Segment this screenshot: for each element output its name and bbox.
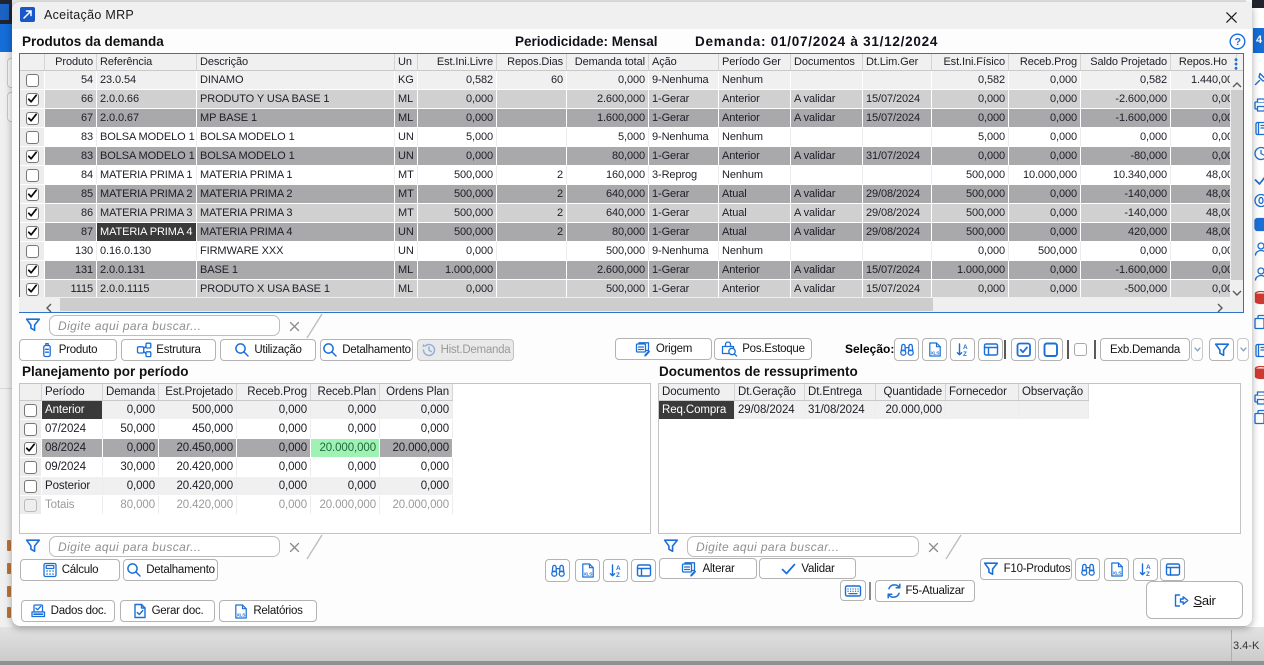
- svg-text:XLS: XLS: [583, 571, 593, 577]
- svg-text:?: ?: [1235, 36, 1241, 48]
- svg-text:Z: Z: [1146, 571, 1150, 577]
- svg-text:A: A: [616, 565, 621, 572]
- svg-text:XLS: XLS: [237, 612, 247, 618]
- svg-text:XLS: XLS: [930, 350, 940, 356]
- svg-text:A: A: [963, 344, 968, 351]
- svg-text:XLS: XLS: [1112, 570, 1122, 576]
- svg-text:Z: Z: [963, 351, 967, 357]
- svg-text:A: A: [1146, 564, 1151, 571]
- svg-text:Z: Z: [616, 572, 620, 578]
